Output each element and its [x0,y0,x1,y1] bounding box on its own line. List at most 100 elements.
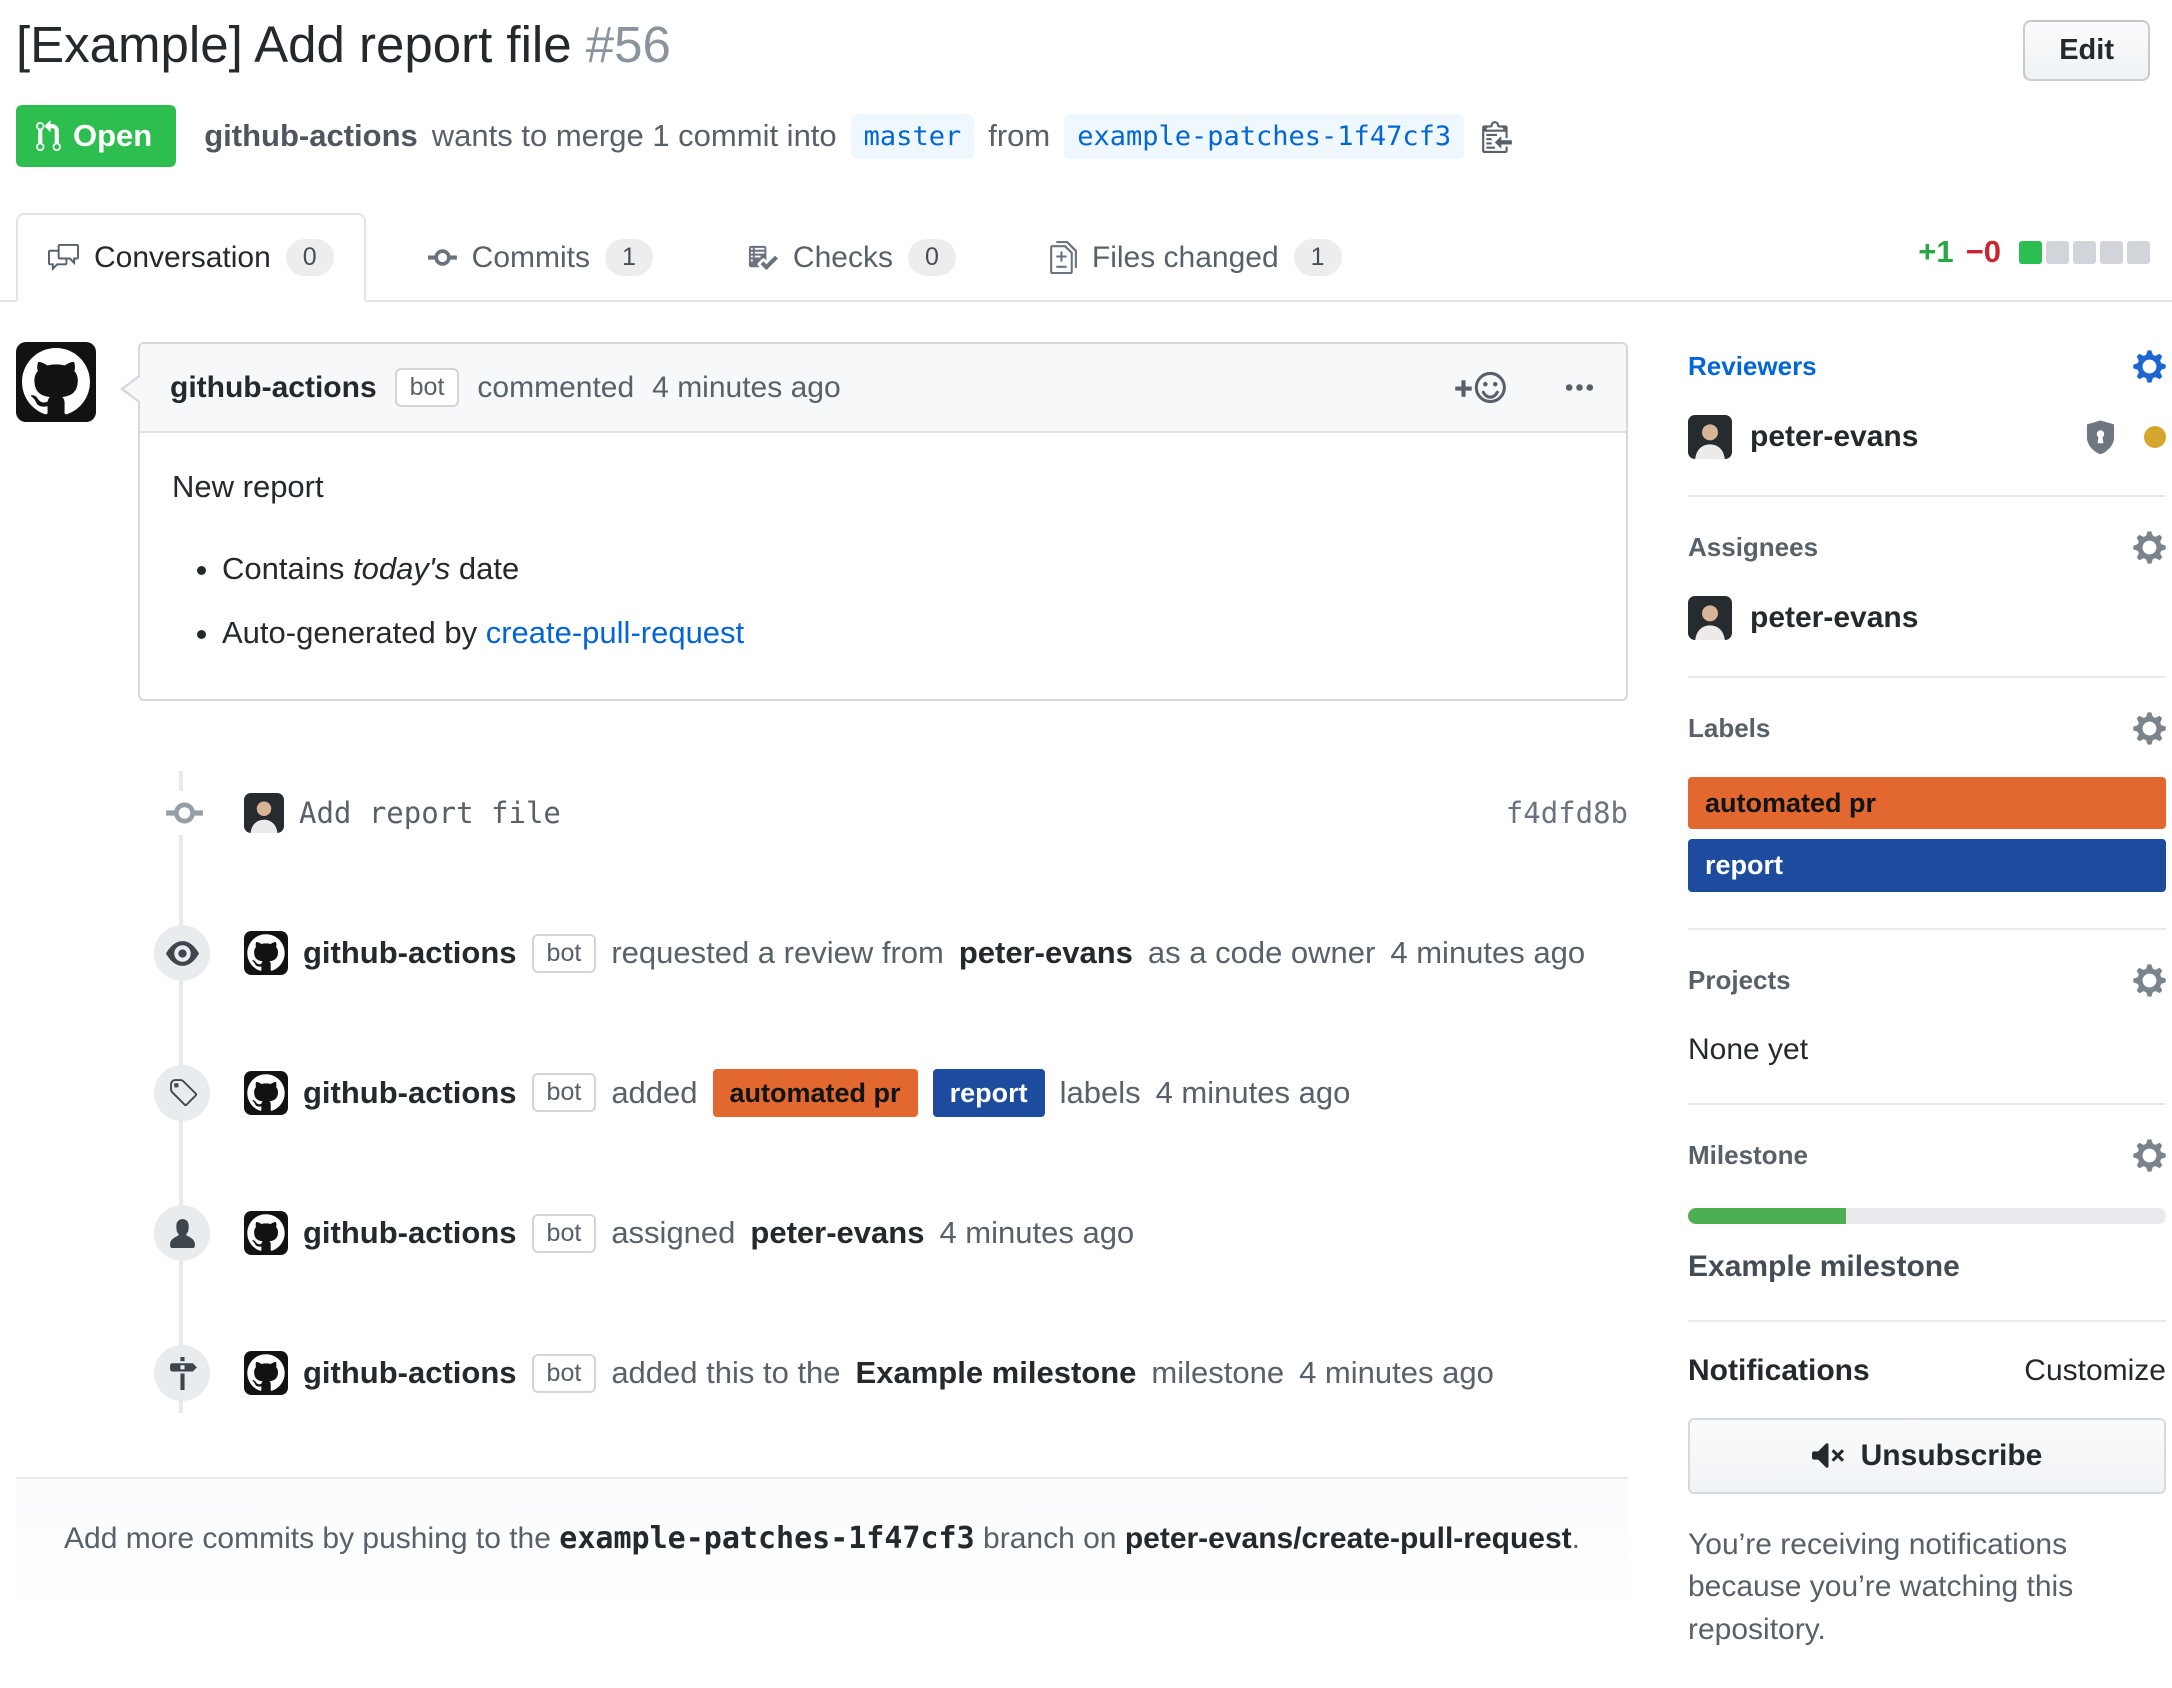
github-actions-avatar[interactable] [244,931,288,975]
pr-state-label: Open [73,118,152,154]
event-timestamp[interactable]: 4 minutes ago [1299,1355,1494,1391]
copy-branch-icon[interactable] [1482,119,1512,153]
conversation-icon [48,242,79,273]
projects-empty-text: None yet [1688,1033,2166,1067]
milestone-event-row: github-actions bot added this to the Exa… [16,1333,1628,1413]
label-chip-automated-pr[interactable]: automated pr [1688,777,2166,829]
event-timestamp[interactable]: 4 minutes ago [1390,935,1585,971]
reviewers-section: Reviewers peter-evans [1688,302,2166,497]
reviewer-link[interactable]: peter-evans [959,935,1133,971]
customize-link[interactable]: Customize [2024,1354,2166,1388]
bot-badge: bot [532,1354,597,1393]
event-actor-link[interactable]: github-actions [303,1215,517,1251]
review-event-row: github-actions bot requested a review fr… [16,913,1628,993]
github-actions-avatar[interactable] [244,1351,288,1395]
gear-icon[interactable] [2133,710,2166,747]
bot-badge: bot [532,934,597,973]
bot-badge: bot [395,368,460,407]
tab-checks[interactable]: Checks 0 [715,213,988,302]
reviewer-name-link[interactable]: peter-evans [1750,420,1918,454]
page-title: [Example] Add report file #56 [16,16,671,75]
projects-title: Projects [1688,965,1791,996]
label-event-row: github-actions bot added automated pr re… [16,1053,1628,1133]
notifications-note: You’re receiving notifications because y… [1688,1524,2166,1652]
commit-row: Add report file f4dfd8b [16,773,1628,853]
gear-icon[interactable] [2133,962,2166,999]
milestone-title: Milestone [1688,1140,1808,1171]
tab-count: 0 [908,239,956,276]
file-diff-icon [1050,241,1077,274]
peter-evans-avatar[interactable] [1688,596,1732,640]
pr-author-link[interactable]: github-actions [204,118,418,154]
unsubscribe-button[interactable]: Unsubscribe [1688,1418,2166,1494]
assignee-link[interactable]: peter-evans [750,1215,924,1251]
head-branch-chip[interactable]: example-patches-1f47cf3 [1064,114,1464,159]
label-chip-automated-pr[interactable]: automated pr [713,1069,918,1117]
timeline: Add report file f4dfd8b github-actions b… [16,773,1628,1413]
event-timestamp[interactable]: 4 minutes ago [939,1215,1134,1251]
mute-icon [1812,1439,1845,1472]
tab-files-changed[interactable]: Files changed 1 [1018,213,1374,302]
event-timestamp[interactable]: 4 minutes ago [1156,1075,1351,1111]
reviewer-row: peter-evans [1688,415,2166,459]
tab-commits[interactable]: Commits 1 [396,213,685,302]
add-reaction-icon[interactable] [1453,371,1507,404]
assign-event-row: github-actions bot assigned peter-evans … [16,1193,1628,1273]
merge-description: github-actions wants to merge 1 commit i… [204,114,1512,159]
projects-section: Projects None yet [1688,930,2166,1105]
diffstat-block [2046,241,2069,264]
pr-tab-bar: Conversation 0 Commits 1 Checks 0 Files … [0,213,2172,302]
peter-evans-avatar[interactable] [1688,415,1732,459]
tab-count: 0 [286,239,334,276]
eye-icon [154,925,210,981]
milestone-progress-fill [1688,1208,1846,1224]
peter-evans-avatar[interactable] [244,793,284,833]
milestone-name-link[interactable]: Example milestone [1688,1250,2166,1284]
label-chip-report[interactable]: report [933,1069,1045,1117]
additions-count: +1 [1918,234,1953,270]
gear-icon[interactable] [2133,348,2166,385]
gear-icon[interactable] [2133,529,2166,566]
base-branch-chip[interactable]: master [851,114,975,159]
label-chip-report[interactable]: report [1688,839,2166,891]
tab-count: 1 [605,239,653,276]
assignee-name-link[interactable]: peter-evans [1750,601,1918,635]
comment-timestamp[interactable]: 4 minutes ago [652,371,840,405]
event-actor-link[interactable]: github-actions [303,1075,517,1111]
tab-conversation[interactable]: Conversation 0 [16,213,366,302]
gear-icon[interactable] [2133,1137,2166,1174]
comment-text: New report [172,469,1594,505]
edit-button[interactable]: Edit [2023,20,2150,81]
diffstat-block [2019,241,2042,264]
diffstat-blocks [2015,241,2150,264]
milestone-link[interactable]: Example milestone [856,1355,1137,1391]
labels-section: Labels automated pr report [1688,678,2166,930]
assignees-title: Assignees [1688,532,1818,563]
comment-author-link[interactable]: github-actions [170,371,377,405]
labels-title: Labels [1688,713,1770,744]
event-actor-link[interactable]: github-actions [303,1355,517,1391]
tab-label: Files changed [1092,241,1279,275]
github-actions-avatar[interactable] [16,342,96,422]
head-branch-name: example-patches-1f47cf3 [559,1521,974,1556]
github-actions-avatar[interactable] [244,1211,288,1255]
tag-icon [154,1065,210,1121]
commit-sha-link[interactable]: f4dfd8b [1506,796,1628,830]
comment-bullet: Auto-generated by create-pull-request [222,615,1594,651]
reviewers-title[interactable]: Reviewers [1688,351,1817,382]
bot-badge: bot [532,1073,597,1112]
github-actions-avatar[interactable] [244,1071,288,1115]
merge-action-text: wants to merge 1 commit into [432,118,837,154]
issue-comment: github-actions bot commented 4 minutes a… [16,342,1628,701]
kebab-menu-icon[interactable] [1563,371,1596,404]
person-icon [154,1205,210,1261]
diffstat-block [2100,241,2123,264]
diffstat: +1 −0 [1918,234,2150,300]
pending-review-dot [2144,426,2166,448]
create-pull-request-link[interactable]: create-pull-request [486,615,744,650]
tab-label: Checks [793,241,893,275]
discussion-timeline: github-actions bot commented 4 minutes a… [16,302,1628,1688]
event-actor-link[interactable]: github-actions [303,935,517,971]
tab-count: 1 [1294,239,1342,276]
commit-message-link[interactable]: Add report file [299,796,561,830]
